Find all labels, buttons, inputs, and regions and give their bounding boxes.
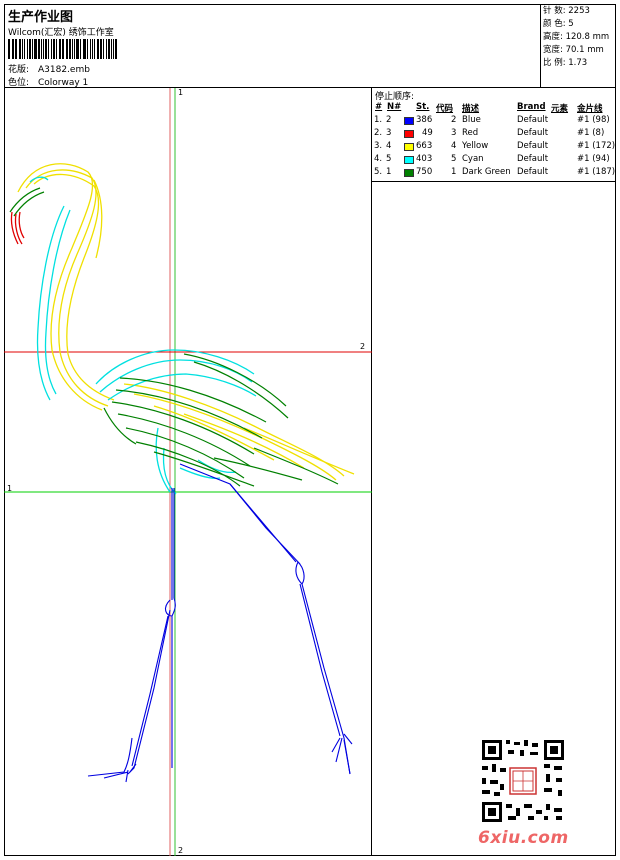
page-subtitle: Wilcom(汇宏) 绣饰工作室 <box>8 28 114 38</box>
design-value: A3182.emb <box>38 65 90 75</box>
col-code: 代码 <box>436 104 454 114</box>
col-n: N# <box>387 102 402 112</box>
colorway-value: Colorway 1 <box>38 78 89 88</box>
table-row: 1. 2 386 2 Blue Default #1 (98) <box>372 115 616 128</box>
colorway-label: 色位: <box>8 78 30 88</box>
row-num: 2. <box>374 128 383 138</box>
barcode-icon <box>8 39 118 59</box>
row-thread: #1 (94) <box>577 154 610 164</box>
table-row: 3. 4 663 4 Yellow Default #1 (172) <box>372 141 616 154</box>
horizontal-guide-label-1: 1 <box>7 484 13 493</box>
row-st: 403 <box>416 154 433 164</box>
row-thread: #1 (172) <box>577 141 616 151</box>
row-st: 386 <box>416 115 433 125</box>
cyan-stitches <box>29 176 257 495</box>
table-row: 5. 1 750 1 Dark Green Default #1 (187) <box>372 167 616 180</box>
row-num: 5. <box>374 167 383 177</box>
stat-scale: 比 例: 1.73 <box>543 58 588 68</box>
stop-sequence-title: 停止顺序: <box>375 92 415 102</box>
row-n: 3 <box>386 128 392 138</box>
row-thread: #1 (187) <box>577 167 616 177</box>
stop-sequence-panel: 停止顺序: # N# St. 代码 描述 Brand 元素 金片线 1. 2 3… <box>372 88 616 182</box>
row-num: 1. <box>374 115 383 125</box>
row-n: 4 <box>386 141 392 151</box>
color-swatch <box>404 156 414 164</box>
stat-width: 宽度: 70.1 mm <box>543 45 604 55</box>
col-num: # <box>375 102 383 112</box>
row-code: 1 <box>451 167 457 177</box>
watermark: 6xiu.com <box>478 828 569 848</box>
color-swatch <box>404 143 414 151</box>
row-desc: Yellow <box>462 141 489 151</box>
row-thread: #1 (98) <box>577 115 610 125</box>
page-title: 生产作业图 <box>8 10 74 25</box>
row-n: 2 <box>386 115 392 125</box>
color-swatch <box>404 117 414 125</box>
stat-stitches: 针 数: 2253 <box>543 6 590 16</box>
blue-stitches <box>87 463 353 783</box>
row-brand: Default <box>517 167 549 177</box>
col-st: St. <box>416 102 430 112</box>
vertical-guide-label-2: 2 <box>178 846 184 855</box>
flamingo-drawing <box>4 88 372 856</box>
design-canvas: 1 2 1 2 <box>4 88 372 856</box>
col-thread: 金片线 <box>577 104 603 114</box>
red-stitches <box>10 211 25 245</box>
qr-code-icon <box>480 738 566 824</box>
stats-box: 针 数: 2253 颜 色: 5 高度: 120.8 mm 宽度: 70.1 m… <box>540 4 616 88</box>
horizontal-guide-label-2: 2 <box>360 342 366 351</box>
row-code: 2 <box>451 115 457 125</box>
design-row: 花版: A3182.emb <box>8 62 90 75</box>
row-thread: #1 (8) <box>577 128 605 138</box>
row-num: 3. <box>374 141 383 151</box>
col-desc: 描述 <box>462 104 480 114</box>
row-desc: Cyan <box>462 154 484 164</box>
row-code: 5 <box>451 154 457 164</box>
row-n: 5 <box>386 154 392 164</box>
stat-height: 高度: 120.8 mm <box>543 32 610 42</box>
row-brand: Default <box>517 154 549 164</box>
color-swatch <box>404 130 414 138</box>
table-row: 2. 3 49 3 Red Default #1 (8) <box>372 128 616 141</box>
row-code: 3 <box>451 128 457 138</box>
row-brand: Default <box>517 115 549 125</box>
table-row: 4. 5 403 5 Cyan Default #1 (94) <box>372 154 616 167</box>
row-num: 4. <box>374 154 383 164</box>
col-element: 元素 <box>551 104 569 114</box>
stat-colors: 颜 色: 5 <box>543 19 574 29</box>
row-code: 4 <box>451 141 457 151</box>
header: 生产作业图 Wilcom(汇宏) 绣饰工作室 花版: A3182.emb 色位: C… <box>4 4 616 88</box>
row-st: 49 <box>422 128 433 138</box>
row-brand: Default <box>517 128 549 138</box>
vertical-guide-label-1: 1 <box>178 88 184 97</box>
row-n: 1 <box>386 167 392 177</box>
row-brand: Default <box>517 141 549 151</box>
row-st: 750 <box>416 167 433 177</box>
row-desc: Blue <box>462 115 481 125</box>
colorway-row: 色位: Colorway 1 <box>8 75 88 88</box>
row-desc: Dark Green <box>462 167 511 177</box>
row-desc: Red <box>462 128 479 138</box>
color-swatch <box>404 169 414 177</box>
design-label: 花版: <box>8 65 30 75</box>
row-st: 663 <box>416 141 433 151</box>
col-brand: Brand <box>517 102 546 112</box>
